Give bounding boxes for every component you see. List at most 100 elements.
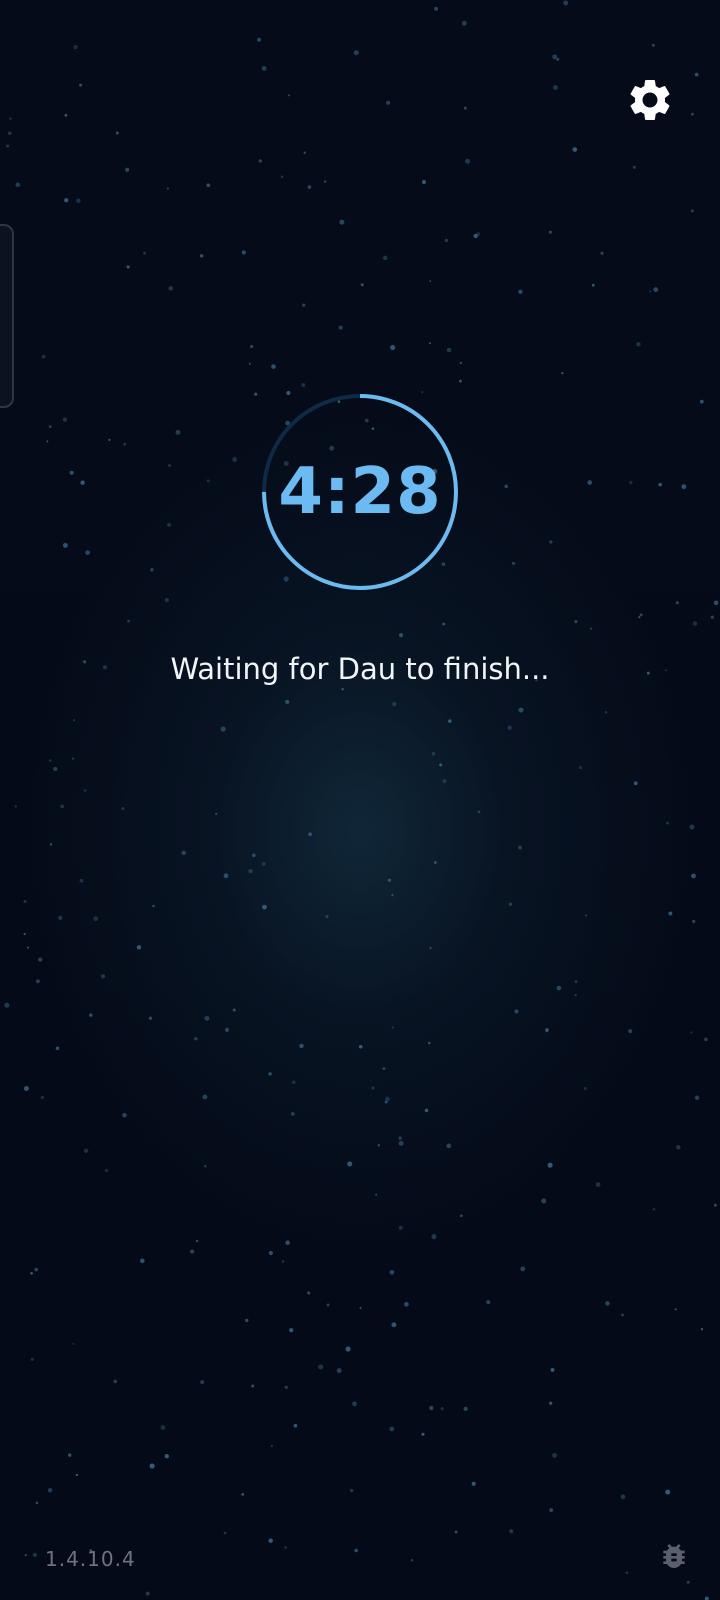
star-dot — [486, 1300, 491, 1305]
star-dot — [14, 805, 18, 808]
star-dot — [556, 57, 560, 61]
star-dot — [104, 1168, 109, 1173]
star-dot — [167, 522, 171, 527]
star-dot — [382, 1067, 386, 1070]
star-dot — [189, 1249, 195, 1254]
star-dot — [504, 484, 508, 489]
star-dot — [713, 1203, 717, 1207]
star-dot — [692, 919, 696, 924]
star-dot — [583, 1086, 587, 1090]
star-dot — [64, 198, 69, 203]
star-dot — [62, 542, 68, 548]
star-dot — [686, 1580, 690, 1584]
star-dot — [561, 372, 564, 375]
star-dot — [308, 832, 312, 836]
star-dot — [651, 43, 655, 47]
star-dot — [53, 766, 58, 772]
star-dot — [34, 1267, 39, 1272]
star-dot — [690, 1031, 693, 1034]
star-dot — [326, 1303, 330, 1307]
star-dot — [262, 904, 267, 910]
star-dot — [47, 1487, 53, 1493]
star-dot — [339, 219, 345, 225]
star-dot — [199, 254, 204, 258]
star-dot — [101, 974, 106, 979]
star-dot — [148, 1016, 152, 1020]
star-dot — [261, 862, 266, 866]
star-dot — [241, 250, 246, 255]
star-dot — [287, 94, 290, 97]
star-dot — [391, 894, 394, 897]
star-dot — [354, 1548, 358, 1553]
star-dot — [136, 945, 142, 950]
star-dot — [79, 878, 84, 883]
star-dot — [345, 1346, 351, 1352]
star-dot — [508, 902, 513, 906]
star-dot — [352, 1401, 357, 1407]
settings-button[interactable] — [620, 70, 680, 130]
star-dot — [30, 1357, 34, 1361]
star-dot — [175, 429, 181, 435]
star-dot — [49, 843, 53, 846]
star-dot — [389, 1426, 395, 1432]
star-dot — [471, 1481, 476, 1486]
star-dot — [122, 1112, 127, 1118]
star-dot — [152, 904, 155, 908]
star-dot — [341, 687, 344, 691]
star-dot — [391, 1026, 394, 1029]
star-dot — [458, 379, 463, 383]
star-dot — [206, 479, 210, 483]
bug-report-button[interactable] — [654, 1536, 694, 1576]
star-dot — [62, 417, 67, 422]
star-dot — [545, 1030, 548, 1033]
star-dot — [556, 985, 562, 991]
star-dot — [359, 1307, 362, 1310]
star-dot — [281, 1260, 285, 1263]
star-dot — [476, 232, 481, 236]
star-dot — [268, 1250, 273, 1256]
star-dot — [301, 383, 306, 387]
star-dot — [429, 280, 432, 283]
star-dot — [541, 1198, 547, 1204]
star-dot — [268, 1072, 272, 1076]
star-dot — [507, 725, 512, 730]
star-dot — [307, 185, 312, 189]
star-dot — [459, 1214, 463, 1218]
star-dot — [257, 37, 262, 42]
star-dot — [390, 345, 396, 351]
star-dot — [121, 807, 125, 811]
star-dot — [454, 1530, 458, 1534]
bug-icon — [663, 1544, 685, 1568]
star-dot — [652, 1208, 656, 1211]
star-dot — [398, 1136, 403, 1141]
star-dot — [299, 1043, 304, 1049]
star-dot — [518, 289, 523, 294]
star-dot — [220, 726, 226, 732]
star-dot — [325, 914, 329, 918]
star-dot — [338, 325, 343, 330]
star-dot — [142, 251, 147, 255]
star-dot — [58, 915, 63, 920]
star-dot — [421, 1432, 425, 1436]
star-dot — [23, 1085, 29, 1092]
star-dot — [675, 601, 679, 605]
star-dot — [248, 869, 253, 874]
star-dot — [35, 979, 40, 984]
star-dot — [578, 765, 583, 770]
star-dot — [694, 72, 699, 77]
star-dot — [113, 1379, 118, 1384]
star-dot — [139, 1258, 145, 1264]
star-dot — [549, 540, 553, 544]
star-dot — [387, 878, 392, 882]
edge-panel-handle[interactable] — [0, 224, 14, 408]
star-dot — [520, 1266, 526, 1272]
star-dot — [206, 183, 211, 188]
star-dot — [514, 1009, 519, 1014]
star-dot — [223, 873, 229, 879]
star-dot — [692, 621, 698, 626]
star-dot — [303, 151, 306, 154]
star-dot — [55, 1046, 60, 1051]
star-dot — [446, 1143, 452, 1149]
star-dot — [649, 290, 652, 293]
star-dot — [465, 158, 471, 164]
